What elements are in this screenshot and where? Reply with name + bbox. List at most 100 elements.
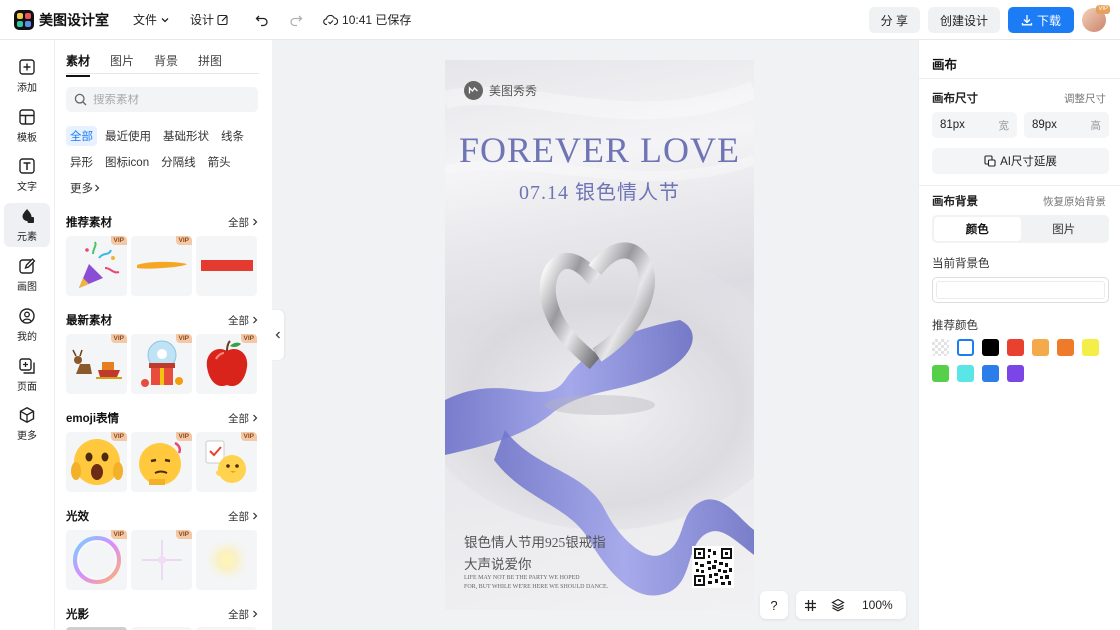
color-swatch[interactable] <box>957 365 974 382</box>
help-button[interactable]: ? <box>760 591 788 619</box>
restore-bg-link[interactable]: 恢复原始背景 <box>1043 194 1106 209</box>
seg-image[interactable]: 图片 <box>1021 217 1108 241</box>
material-tile[interactable]: VIP <box>66 334 127 394</box>
app-logo[interactable]: 美图设计室 <box>14 9 109 30</box>
poster-subtitle[interactable]: 07.14 银色情人节 <box>445 176 754 205</box>
download-label: 下载 <box>1036 13 1061 28</box>
template-icon <box>19 109 35 125</box>
create-design-button[interactable]: 创建设计 <box>927 7 1000 33</box>
chip-all[interactable]: 全部 <box>66 126 97 146</box>
height-field[interactable]: 89px 高 <box>1024 112 1109 138</box>
material-tile[interactable]: VIP <box>131 530 192 590</box>
seg-color[interactable]: 颜色 <box>934 217 1021 241</box>
material-tile[interactable]: VIP <box>196 432 257 492</box>
search-input[interactable] <box>93 93 243 106</box>
plus-square-icon <box>19 59 35 75</box>
nav-more[interactable]: 更多 <box>4 402 50 446</box>
nav-text[interactable]: 文字 <box>4 153 50 197</box>
chip-icons[interactable]: 图标icon <box>101 152 153 172</box>
nav-draw-label: 画图 <box>17 282 37 293</box>
section-title: emoji表情 <box>66 413 120 425</box>
qr-code-icon <box>694 548 732 586</box>
canvas-toolbar: 100% <box>796 591 906 619</box>
share-button[interactable]: 分 享 <box>868 7 920 33</box>
poster-brand-text: 美图秀秀 <box>489 84 538 98</box>
vip-badge: VIP <box>175 432 192 441</box>
material-tile[interactable]: VIP <box>131 334 192 394</box>
design-menu[interactable]: 设计 <box>190 11 229 28</box>
chip-more[interactable]: 更多 <box>66 178 105 198</box>
chip-irregular[interactable]: 异形 <box>66 152 97 172</box>
color-swatch[interactable] <box>982 365 999 382</box>
color-swatch[interactable] <box>932 339 949 356</box>
chip-basic-shapes[interactable]: 基础形状 <box>159 126 213 146</box>
nav-mine[interactable]: 我的 <box>4 303 50 347</box>
view-all-link[interactable]: 全部 <box>228 509 259 524</box>
color-swatch[interactable] <box>1082 339 1099 356</box>
material-tile[interactable]: VIP <box>66 530 127 590</box>
bg-type-toggle: 颜色 图片 <box>932 215 1109 243</box>
adjust-size-link[interactable]: 调整尺寸 <box>1064 91 1106 106</box>
download-button[interactable]: 下载 <box>1007 7 1074 33</box>
view-all-link[interactable]: 全部 <box>228 607 259 622</box>
material-tile[interactable]: VIP <box>196 334 257 394</box>
app-name: 美图设计室 <box>39 11 109 28</box>
chip-arrows[interactable]: 箭头 <box>204 152 235 172</box>
text-icon <box>19 158 35 174</box>
color-swatch[interactable] <box>932 365 949 382</box>
layers-button[interactable] <box>824 591 852 619</box>
grid-button[interactable] <box>796 591 824 619</box>
view-all-link[interactable]: 全部 <box>228 215 259 230</box>
material-tile[interactable]: VIP <box>131 432 192 492</box>
poster-text-line[interactable]: 大声说爱你 <box>464 553 532 573</box>
color-swatch[interactable] <box>1057 339 1074 356</box>
nav-draw[interactable]: 画图 <box>4 253 50 297</box>
color-swatch[interactable] <box>1007 365 1024 382</box>
nav-template[interactable]: 模板 <box>4 104 50 148</box>
color-swatch[interactable] <box>982 339 999 356</box>
divider <box>919 185 1120 186</box>
view-all-link[interactable]: 全部 <box>228 313 259 328</box>
pen-icon <box>19 258 36 274</box>
color-swatch[interactable] <box>1032 339 1049 356</box>
ai-resize-icon <box>984 155 996 167</box>
vip-badge: VIP <box>175 334 192 343</box>
search-box[interactable] <box>66 87 258 112</box>
poster-quote[interactable]: LIFE MAY NOT BE THE PARTY WE HOPED FOR, … <box>464 574 664 592</box>
reindeer-sleigh-icon <box>71 349 122 379</box>
color-swatch[interactable] <box>1007 339 1024 356</box>
nav-add[interactable]: 添加 <box>4 54 50 98</box>
shocked-emoji-icon <box>70 439 123 485</box>
undo-button[interactable] <box>255 13 269 27</box>
chip-lines[interactable]: 线条 <box>217 126 248 146</box>
material-tile[interactable]: VIP <box>131 236 192 296</box>
nav-pages[interactable]: 页面 <box>4 353 50 397</box>
width-field[interactable]: 81px 宽 <box>932 112 1017 138</box>
save-status: 10:41 已保存 <box>323 11 411 28</box>
collapse-panel-button[interactable] <box>272 310 284 360</box>
material-tile[interactable] <box>196 530 257 590</box>
chip-dividers[interactable]: 分隔线 <box>157 152 200 172</box>
poster-text-line[interactable]: 银色情人节用925银戒指 <box>464 531 606 551</box>
cube-icon <box>19 407 35 423</box>
material-tile[interactable]: VIP <box>66 432 127 492</box>
canvas-poster[interactable]: 美图秀秀 FOREVER LOVE 07.14 银色情人节 银色情人节用925银… <box>445 60 754 610</box>
width-value: 81px <box>940 119 965 131</box>
current-bg-color-swatch[interactable] <box>932 277 1109 303</box>
material-tile[interactable]: VIP <box>66 236 127 296</box>
canvas-bg-label: 画布背景 <box>932 196 978 208</box>
file-menu[interactable]: 文件 <box>133 11 170 28</box>
zoom-level[interactable]: 100% <box>862 598 893 612</box>
poster-title[interactable]: FOREVER LOVE <box>445 129 754 171</box>
qr-code[interactable] <box>692 546 734 588</box>
color-swatch[interactable] <box>957 339 974 356</box>
chip-recent[interactable]: 最近使用 <box>101 126 155 146</box>
logo-icon <box>14 9 34 30</box>
snow-globe-icon <box>140 340 183 387</box>
material-tile[interactable] <box>196 236 257 296</box>
nav-elements[interactable]: 元素 <box>4 203 50 247</box>
redo-button[interactable] <box>289 13 303 27</box>
view-all-link[interactable]: 全部 <box>228 411 259 426</box>
ai-resize-button[interactable]: AI尺寸延展 <box>932 148 1109 174</box>
avatar[interactable]: VIP <box>1082 5 1110 32</box>
